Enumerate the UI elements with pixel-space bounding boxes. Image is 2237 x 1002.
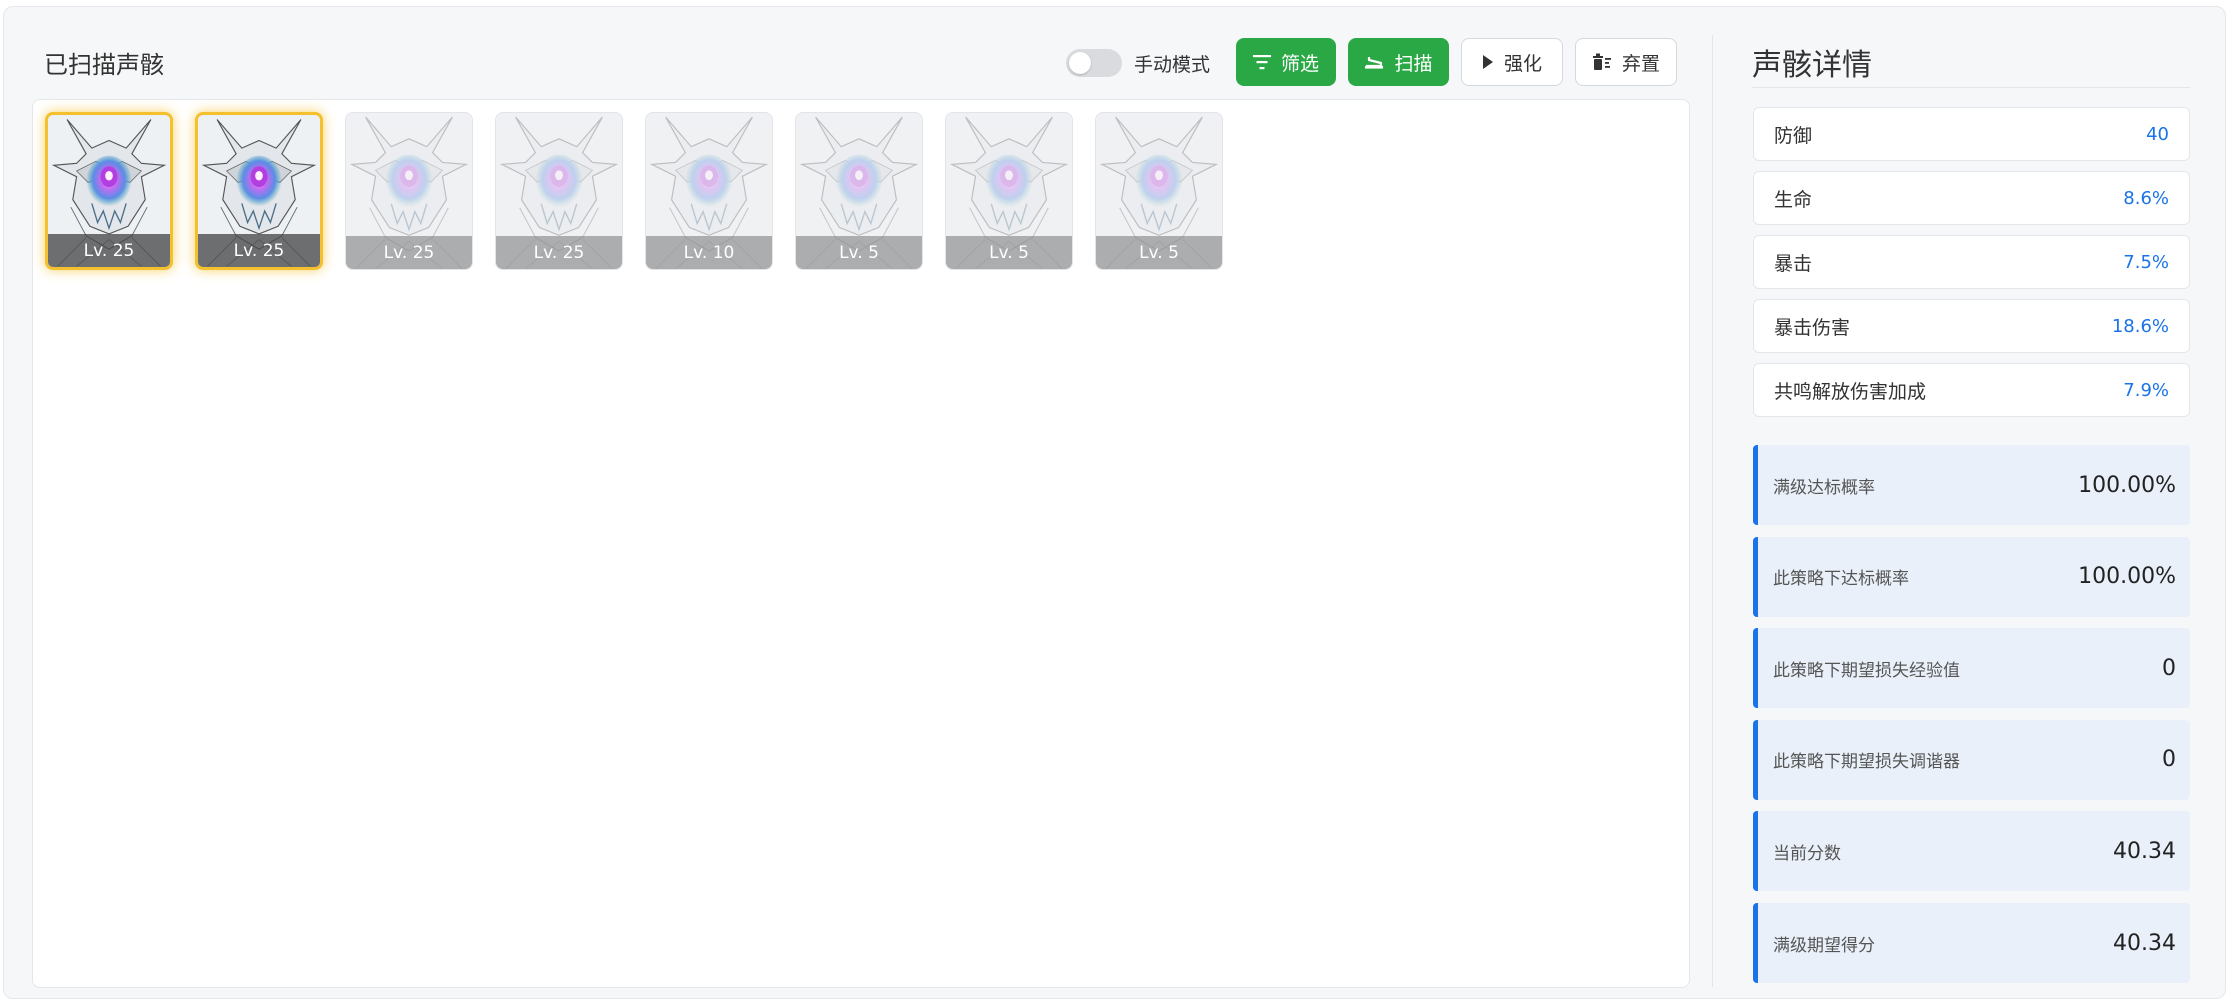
echo-card[interactable]: Lv. 25 (195, 112, 323, 270)
metric-value: 0 (2162, 655, 2176, 681)
metric-value: 100.00% (2078, 564, 2176, 590)
echo-card[interactable]: Lv. 5 (795, 112, 923, 270)
stat-value: 7.5% (2123, 251, 2169, 273)
echo-level-label: Lv. 10 (646, 236, 772, 269)
stat-row: 暴击伤害 18.6% (1753, 299, 2190, 353)
metric-row: 满级达标概率 100.00% (1753, 445, 2190, 525)
echo-card[interactable]: Lv. 10 (645, 112, 773, 270)
metric-value: 100.00% (2078, 472, 2176, 498)
echo-level-label: Lv. 5 (796, 236, 922, 269)
filter-icon (1252, 54, 1271, 70)
manual-mode-control[interactable]: 手动模式 (1066, 47, 1210, 79)
metric-value: 40.34 (2113, 838, 2176, 864)
stat-value: 18.6% (2111, 315, 2169, 337)
scan-label: 扫描 (1394, 52, 1433, 75)
trash-icon (1592, 53, 1612, 71)
echo-card[interactable]: Lv. 25 (45, 112, 173, 270)
stat-value: 7.9% (2123, 379, 2169, 401)
panel-divider (1712, 35, 1713, 987)
metric-name: 当前分数 (1773, 843, 1841, 864)
metric-name: 满级达标概率 (1773, 477, 1875, 498)
stat-name: 暴击 (1774, 252, 1813, 275)
echo-level-label: Lv. 25 (496, 236, 622, 269)
title-divider (1752, 87, 2190, 88)
echo-level-label: Lv. 25 (48, 234, 170, 267)
toolbar: 手动模式 筛选 扫描 强化 弃置 (4, 38, 2225, 88)
echo-level-label: Lv. 5 (1096, 236, 1222, 269)
metric-name: 此策略下达标概率 (1773, 569, 1909, 590)
manual-mode-toggle[interactable] (1066, 49, 1122, 77)
stat-name: 防御 (1774, 124, 1813, 147)
stat-name: 生命 (1774, 188, 1813, 211)
scan-button[interactable]: 扫描 (1348, 38, 1449, 86)
filter-button[interactable]: 筛选 (1236, 38, 1336, 86)
metric-name: 此策略下期望损失经验值 (1773, 660, 1960, 681)
stat-name: 共鸣解放伤害加成 (1774, 380, 1927, 403)
enhance-button[interactable]: 强化 (1461, 38, 1563, 86)
stat-row: 防御 40 (1753, 107, 2190, 161)
metric-row: 此策略下达标概率 100.00% (1753, 536, 2190, 617)
app-frame: 已扫描声骸 手动模式 筛选 扫描 强化 弃置 Lv. 25 Lv. 25 Lv.… (3, 6, 2226, 999)
echo-level-label: Lv. 25 (346, 236, 472, 269)
scan-icon (1364, 54, 1384, 70)
stat-row: 暴击 7.5% (1753, 235, 2190, 289)
play-icon (1482, 55, 1494, 69)
echo-details-title: 声骸详情 (1752, 48, 1872, 83)
stat-value: 8.6% (2123, 187, 2169, 209)
stat-value: 40 (2146, 123, 2169, 145)
metric-row: 此策略下期望损失调谐器 0 (1753, 719, 2190, 800)
echo-grid: Lv. 25 Lv. 25 Lv. 25 Lv. 25 Lv. 10 Lv. 5… (32, 99, 1690, 988)
echo-level-label: Lv. 25 (198, 234, 320, 267)
stat-row: 共鸣解放伤害加成 7.9% (1753, 363, 2190, 417)
metric-value: 40.34 (2113, 930, 2176, 956)
echo-card[interactable]: Lv. 25 (345, 112, 473, 270)
stat-row: 生命 8.6% (1753, 171, 2190, 225)
toggle-knob (1069, 52, 1091, 74)
metric-value: 0 (2162, 747, 2176, 773)
metric-name: 满级期望得分 (1773, 935, 1875, 956)
metric-row: 满级期望得分 40.34 (1753, 903, 2190, 983)
echo-card[interactable]: Lv. 25 (495, 112, 623, 270)
metric-row: 当前分数 40.34 (1753, 811, 2190, 892)
echo-card[interactable]: Lv. 5 (945, 112, 1073, 270)
echo-card[interactable]: Lv. 5 (1095, 112, 1223, 270)
stat-name: 暴击伤害 (1774, 316, 1851, 339)
echo-level-label: Lv. 5 (946, 236, 1072, 269)
discard-label: 弃置 (1621, 52, 1660, 75)
filter-label: 筛选 (1280, 52, 1319, 75)
metric-name: 此策略下期望损失调谐器 (1773, 752, 1960, 773)
manual-mode-label: 手动模式 (1134, 53, 1211, 76)
enhance-label: 强化 (1503, 52, 1542, 75)
discard-button[interactable]: 弃置 (1575, 38, 1677, 86)
metric-row: 此策略下期望损失经验值 0 (1753, 628, 2190, 709)
